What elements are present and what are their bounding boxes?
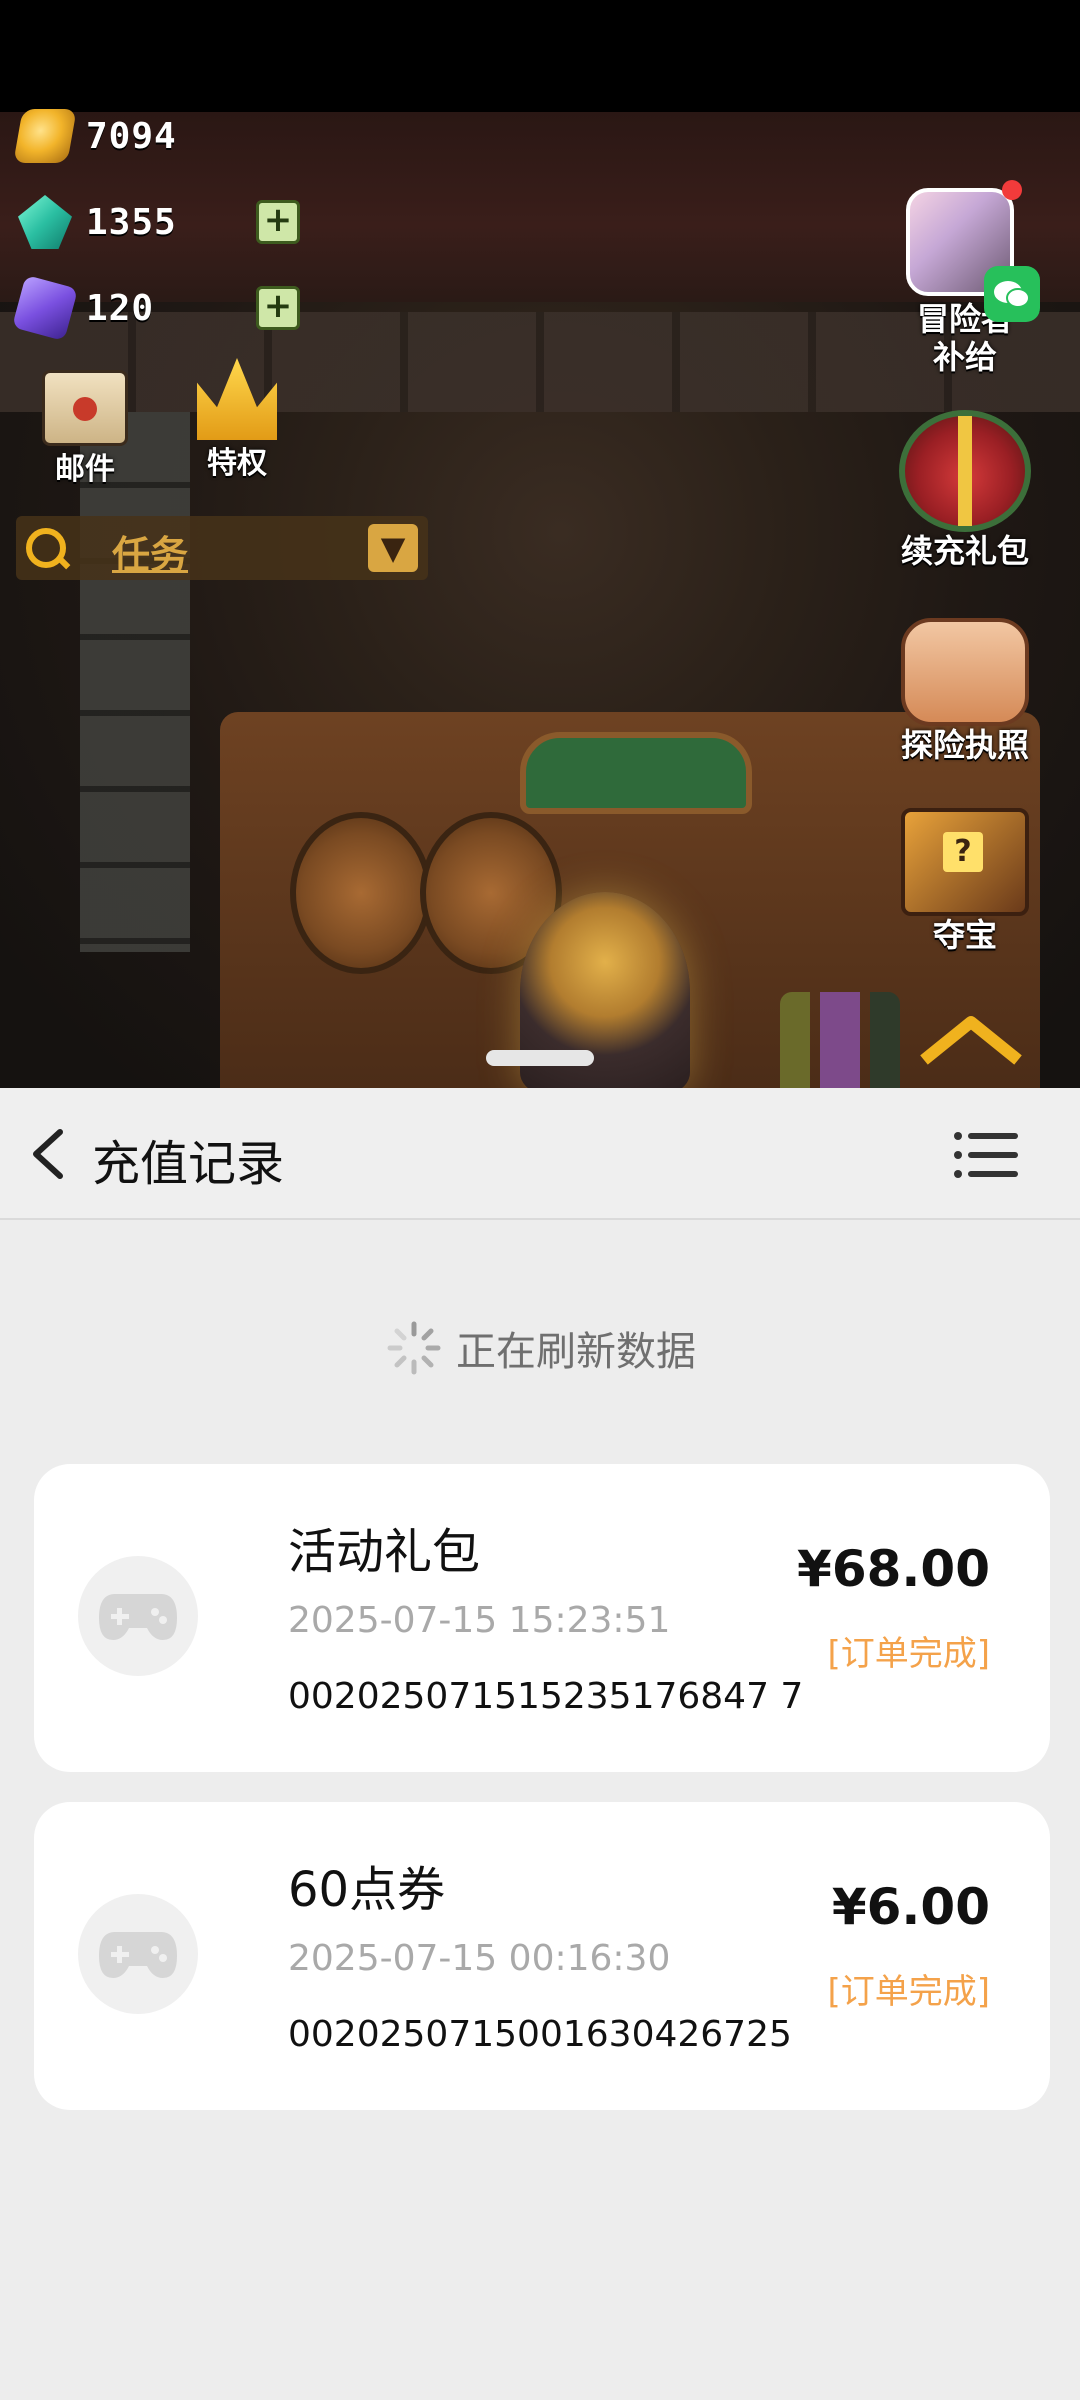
sheet-header: 充值记录: [0, 1088, 1080, 1220]
record-time: 2025-07-15 15:23:51: [288, 1600, 671, 1641]
record-time: 2025-07-15 00:16:30: [288, 1938, 671, 1979]
wechat-icon[interactable]: [984, 266, 1040, 322]
privilege-button[interactable]: 特权: [182, 358, 292, 482]
notification-dot: [1002, 180, 1022, 200]
gamepad-icon: [78, 1894, 198, 2014]
crystal-icon: [11, 274, 79, 342]
record-name: 活动礼包: [288, 1524, 481, 1580]
license-label: 探险执照: [900, 726, 1029, 764]
crystal-resource: 120: [11, 274, 155, 342]
add-crystal-button[interactable]: +: [256, 286, 300, 330]
down-arrow-icon: ▼: [368, 524, 418, 572]
record-card[interactable]: 60点券 2025-07-15 00:16:30 002025071500163…: [34, 1802, 1050, 2110]
diamond-resource: 1355: [18, 192, 177, 252]
sheet-drag-handle[interactable]: [486, 1050, 594, 1066]
back-icon[interactable]: [20, 1124, 80, 1184]
diamond-value: 1355: [86, 201, 177, 243]
recharge-gift-button[interactable]: 续充礼包: [890, 410, 1040, 570]
gamepad-icon: [78, 1556, 198, 1676]
mail-button[interactable]: 邮件: [30, 370, 140, 488]
expand-up-icon[interactable]: [916, 1010, 1026, 1070]
task-label: 任务: [112, 533, 189, 577]
record-price: ¥6.00: [831, 1878, 990, 1936]
gift-box-icon: [899, 410, 1031, 532]
recharge-gift-label: 续充礼包: [900, 532, 1029, 570]
add-diamond-button[interactable]: +: [256, 200, 300, 244]
refresh-text: 正在刷新数据: [456, 1329, 696, 1375]
record-price: ¥68.00: [797, 1540, 990, 1598]
treasure-label: 夺宝: [932, 916, 997, 954]
gold-resource: 7094: [13, 106, 177, 166]
barrel: [290, 812, 432, 974]
gold-icon: [13, 109, 77, 163]
bar-sign: [520, 732, 752, 814]
mail-label: 邮件: [55, 452, 115, 487]
mail-icon: [42, 370, 128, 446]
record-name: 60点券: [288, 1862, 446, 1918]
treasure-button[interactable]: 夺宝: [890, 808, 1040, 954]
scroll-icon: [901, 618, 1029, 726]
record-status: [订单完成]: [827, 1634, 990, 1674]
record-order-id: 002025071515235176847 7: [288, 1676, 804, 1717]
privilege-label: 特权: [207, 446, 267, 481]
menu-icon[interactable]: [952, 1128, 1022, 1182]
crown-icon: [197, 358, 277, 440]
record-status: [订单完成]: [827, 1972, 990, 2012]
bottles: [780, 992, 900, 1088]
loading-spinner-icon: [387, 1321, 441, 1375]
record-card[interactable]: 活动礼包 2025-07-15 15:23:51 002025071515235…: [34, 1464, 1050, 1772]
supply-label-line2: 补给: [932, 338, 997, 376]
page-title: 充值记录: [92, 1136, 285, 1192]
status-bar: [0, 0, 1080, 112]
task-dropdown[interactable]: 任务 ▼: [16, 516, 428, 580]
license-button[interactable]: 探险执照: [890, 618, 1040, 764]
search-icon: [26, 528, 66, 568]
treasure-icon: [901, 808, 1029, 916]
refresh-indicator: 正在刷新数据: [0, 1318, 1080, 1382]
recharge-records-sheet: 充值记录 正在刷新数据 活动礼包 2025-07-15 15:23:51 002…: [0, 1088, 1080, 2400]
stone-pillar: [80, 412, 190, 952]
record-order-id: 0020250715001630426725: [288, 2014, 792, 2055]
diamond-icon: [18, 195, 72, 249]
gold-value: 7094: [86, 115, 177, 157]
crystal-value: 120: [86, 287, 155, 329]
